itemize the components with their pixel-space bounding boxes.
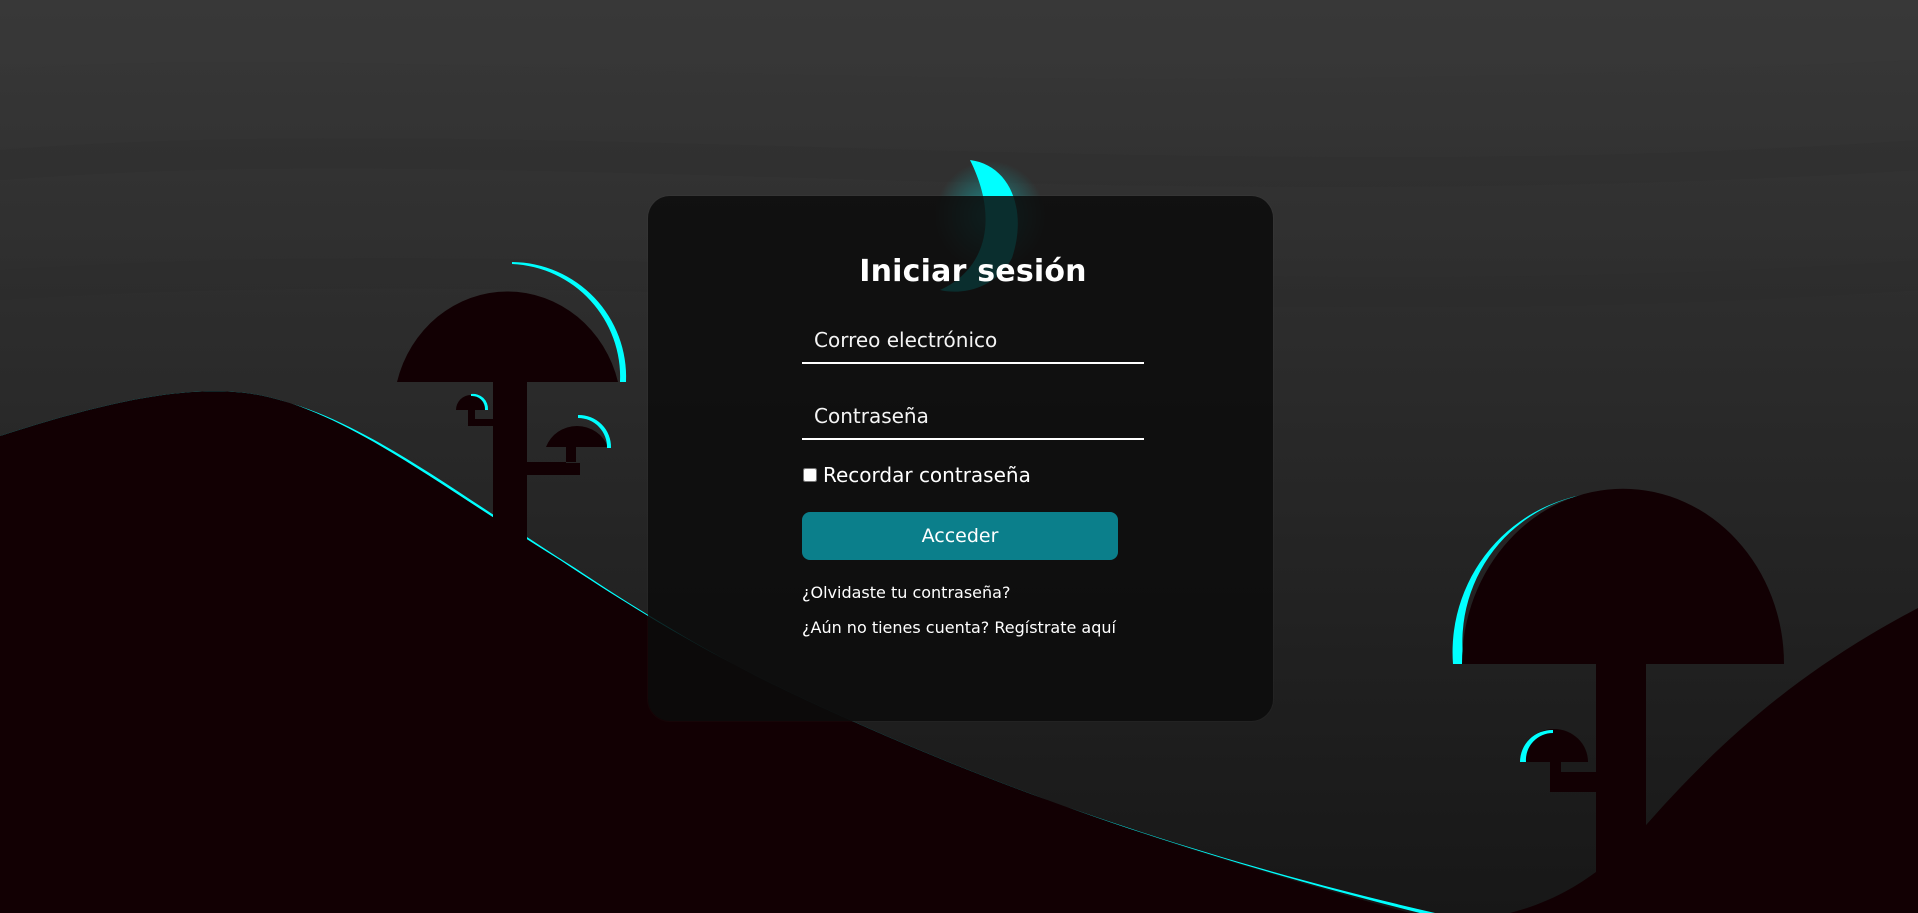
email-field-wrapper [802, 318, 1144, 364]
auth-links: ¿Olvidaste tu contraseña? ¿Aún no tienes… [802, 584, 1144, 637]
login-form: Iniciar sesión Recordar contraseña Acced… [802, 254, 1144, 654]
remember-password-checkbox[interactable] [803, 468, 817, 482]
login-card: Iniciar sesión Recordar contraseña Acced… [648, 196, 1273, 721]
login-button[interactable]: Acceder [802, 512, 1118, 560]
forgot-password-link[interactable]: ¿Olvidaste tu contraseña? [802, 584, 1144, 602]
remember-password-row: Recordar contraseña [802, 464, 1144, 486]
page-title: Iniciar sesión [859, 254, 1087, 289]
password-field[interactable] [802, 394, 1144, 438]
password-field-wrapper [802, 394, 1144, 440]
register-link[interactable]: ¿Aún no tienes cuenta? Regístrate aquí [802, 619, 1144, 637]
email-field[interactable] [802, 318, 1144, 362]
remember-password-label[interactable]: Recordar contraseña [823, 464, 1031, 486]
